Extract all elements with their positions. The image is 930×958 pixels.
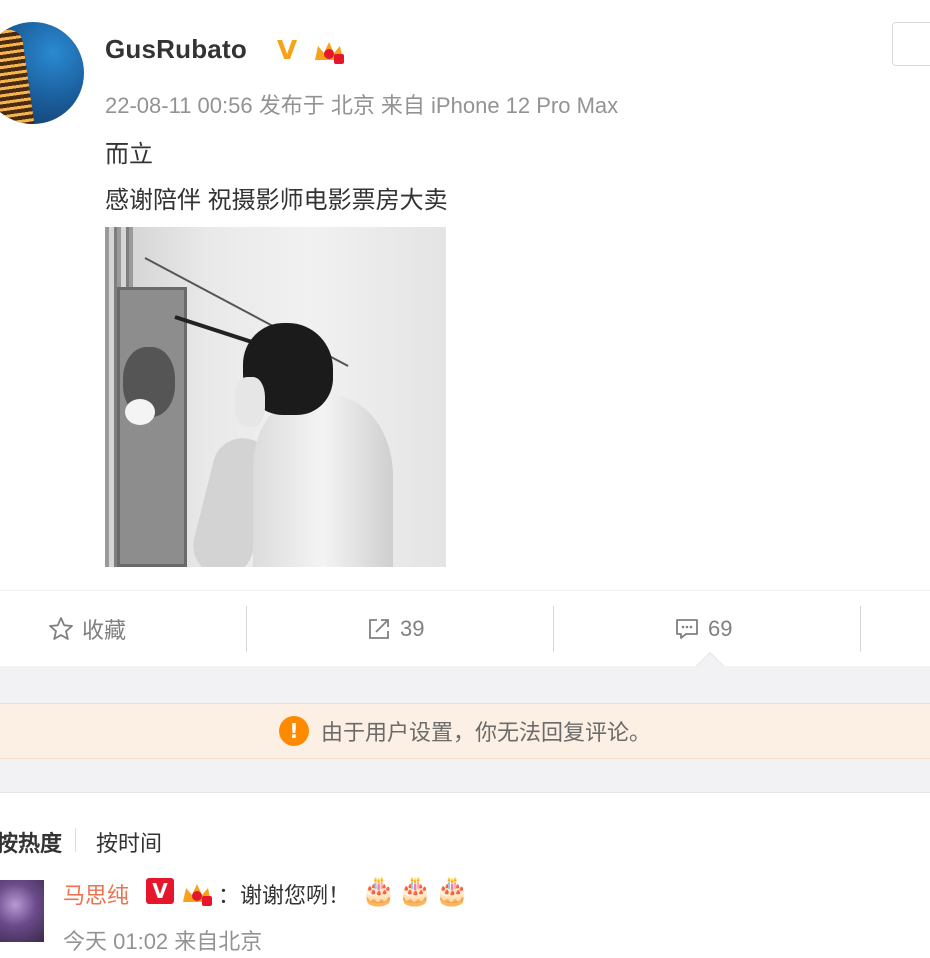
comment-text: ：谢谢您咧！ [218, 883, 351, 908]
repost-icon [369, 619, 389, 639]
cake-icon: 🎂 [434, 874, 470, 907]
sort-by-hot-tab[interactable]: 按热度 [0, 826, 62, 858]
reply-restriction-notice: ! 由于用户设置，你无法回复评论。 [0, 703, 930, 759]
comment-meta: 今天 01:02 来自北京 [63, 929, 263, 954]
notice-text: 由于用户设置，你无法回复评论。 [320, 720, 651, 745]
post-meta: 22-08-11 00:56 发布于 北京 来自 iPhone 12 Pro M… [105, 93, 619, 118]
commenter-avatar[interactable] [0, 880, 44, 942]
post-photo[interactable] [105, 227, 446, 567]
action-separator [860, 606, 861, 652]
comment-count: 69 [708, 616, 733, 641]
action-separator [553, 606, 554, 652]
crown-badge-icon [315, 42, 344, 64]
author-name[interactable]: GusRubato [105, 34, 247, 65]
photo-foam [125, 399, 155, 425]
star-icon [49, 617, 73, 640]
commenter-name[interactable]: 马思纯 [63, 878, 129, 910]
action-bar-divider [0, 590, 930, 591]
photo-back [253, 395, 393, 567]
comment-icon [676, 619, 698, 639]
photo-face [235, 377, 265, 427]
verified-red-icon: V [146, 878, 174, 904]
follow-button[interactable] [892, 22, 930, 66]
comment-button[interactable]: 69 [674, 612, 732, 646]
action-separator [246, 606, 247, 652]
favorite-button[interactable]: 收藏 [48, 612, 126, 646]
post-text-line-2: 感谢陪伴 祝摄影师电影票房大卖 [105, 187, 448, 214]
crown-badge-icon [183, 884, 212, 906]
verified-gold-icon: V [277, 36, 298, 66]
repost-count: 39 [400, 616, 425, 641]
author-avatar[interactable] [0, 22, 84, 124]
cake-icon: 🎂 [361, 874, 396, 907]
post-text-line-1: 而立 [105, 141, 153, 168]
sort-by-time-tab[interactable]: 按时间 [96, 826, 162, 858]
favorite-label: 收藏 [82, 618, 127, 643]
avatar-building [0, 27, 35, 124]
photo-mirror [117, 287, 187, 567]
sort-separator [75, 828, 76, 852]
warning-icon: ! [278, 716, 309, 746]
repost-button[interactable]: 39 [366, 612, 424, 646]
cake-icon: 🎂 [397, 874, 433, 907]
comment-emoji-group: 🎂 🎂 🎂 [361, 874, 470, 908]
